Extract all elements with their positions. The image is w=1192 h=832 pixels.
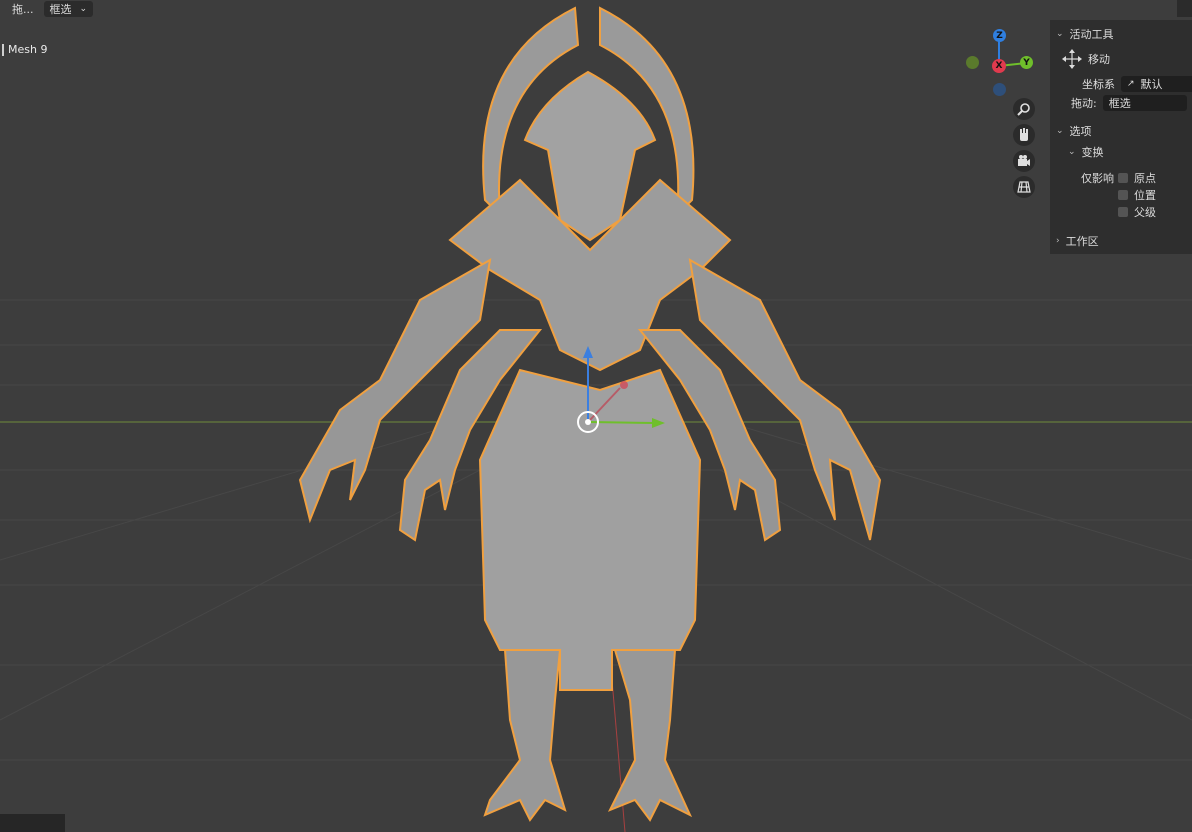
- camera-icon: [1018, 155, 1030, 166]
- orientation-dropdown[interactable]: ↗ 默认: [1121, 76, 1192, 92]
- chevron-down-icon: ⌄: [1056, 29, 1064, 39]
- tool-name: 移动: [1088, 53, 1110, 66]
- camera-view-button[interactable]: [1013, 150, 1035, 172]
- affect-origin-checkbox[interactable]: 原点: [1118, 170, 1156, 186]
- header-corner[interactable]: [1177, 0, 1192, 17]
- status-corner: [0, 814, 65, 832]
- 3d-viewport[interactable]: [0, 0, 1192, 832]
- tool-move-row[interactable]: 移动: [1062, 49, 1110, 69]
- checkbox-icon: [1118, 173, 1128, 183]
- zoom-icon: [1017, 103, 1030, 116]
- drag-label: 拖动:: [1071, 97, 1097, 110]
- object-marker-icon: [2, 43, 4, 56]
- select-mode-dropdown[interactable]: 框选 ⌄: [43, 1, 94, 17]
- y-axis-button[interactable]: Y: [1020, 56, 1033, 69]
- chevron-down-icon: ⌄: [1068, 147, 1076, 157]
- character-mesh[interactable]: [298, 6, 882, 822]
- orientation-icon: ↗: [1127, 79, 1135, 89]
- object-name: Mesh 9: [8, 43, 48, 56]
- chevron-down-icon: ⌄: [79, 4, 88, 14]
- pan-button[interactable]: [1013, 124, 1035, 146]
- chevron-right-icon: ›: [1056, 236, 1060, 246]
- object-name-label: Mesh 9: [2, 43, 47, 56]
- options-header[interactable]: ⌄ 选项: [1056, 123, 1092, 139]
- header-bar: 拖... 框选 ⌄: [0, 0, 94, 18]
- tool-sidebar: ⌄ 活动工具 移动 坐标系 ↗ 默认 拖动: 框选 ⌄ 选项 ⌄ 变换 仅影响: [1050, 20, 1192, 254]
- viewport-canvas[interactable]: [0, 0, 1192, 832]
- drag-label[interactable]: 拖...: [0, 1, 38, 17]
- x-arrow-icon: [620, 381, 628, 389]
- checkbox-icon: [1118, 207, 1128, 217]
- perspective-toggle-button[interactable]: [1013, 176, 1035, 198]
- transform-header[interactable]: ⌄ 变换: [1068, 144, 1104, 160]
- move-tool-icon: [1062, 49, 1082, 69]
- checkbox-icon: [1118, 190, 1128, 200]
- affect-parent-checkbox[interactable]: 父级: [1118, 204, 1156, 220]
- affect-location-checkbox[interactable]: 位置: [1118, 187, 1156, 203]
- select-mode-value: 框选: [49, 3, 72, 16]
- neg-z-axis-button[interactable]: [993, 83, 1006, 96]
- drag-dropdown[interactable]: 框选: [1102, 95, 1187, 111]
- z-axis-button[interactable]: Z: [993, 29, 1006, 42]
- zoom-button[interactable]: [1013, 98, 1035, 120]
- orientation-row: 坐标系 ↗ 默认: [1082, 76, 1192, 92]
- active-tool-header[interactable]: ⌄ 活动工具: [1056, 26, 1114, 42]
- orientation-label: 坐标系: [1082, 78, 1115, 91]
- workspace-header[interactable]: › 工作区: [1056, 233, 1099, 249]
- affect-only-label: 仅影响: [1081, 172, 1114, 185]
- chevron-down-icon: ⌄: [1056, 126, 1064, 136]
- drag-row: 拖动: 框选: [1071, 95, 1187, 111]
- x-axis-button[interactable]: X: [992, 59, 1006, 73]
- navigation-gizmo[interactable]: Z X Y: [960, 26, 1040, 98]
- grid-view-icon: [1017, 181, 1031, 193]
- hand-pan-icon: [1020, 128, 1028, 141]
- neg-y-axis-button[interactable]: [966, 56, 979, 69]
